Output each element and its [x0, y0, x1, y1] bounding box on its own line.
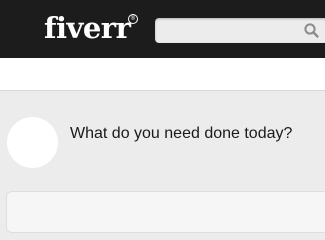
registered-mark: ®: [128, 14, 138, 24]
search-box[interactable]: [155, 18, 325, 43]
request-card[interactable]: [6, 191, 325, 233]
search-input[interactable]: [161, 21, 301, 40]
search-icon[interactable]: [303, 22, 320, 39]
sub-navigation-bar: [0, 58, 325, 91]
avatar: [7, 117, 58, 168]
top-navigation-bar: fiverr ®: [0, 0, 325, 58]
fiverr-logo[interactable]: fiverr: [44, 10, 131, 46]
prompt-question: What do you need done today?: [70, 125, 293, 142]
